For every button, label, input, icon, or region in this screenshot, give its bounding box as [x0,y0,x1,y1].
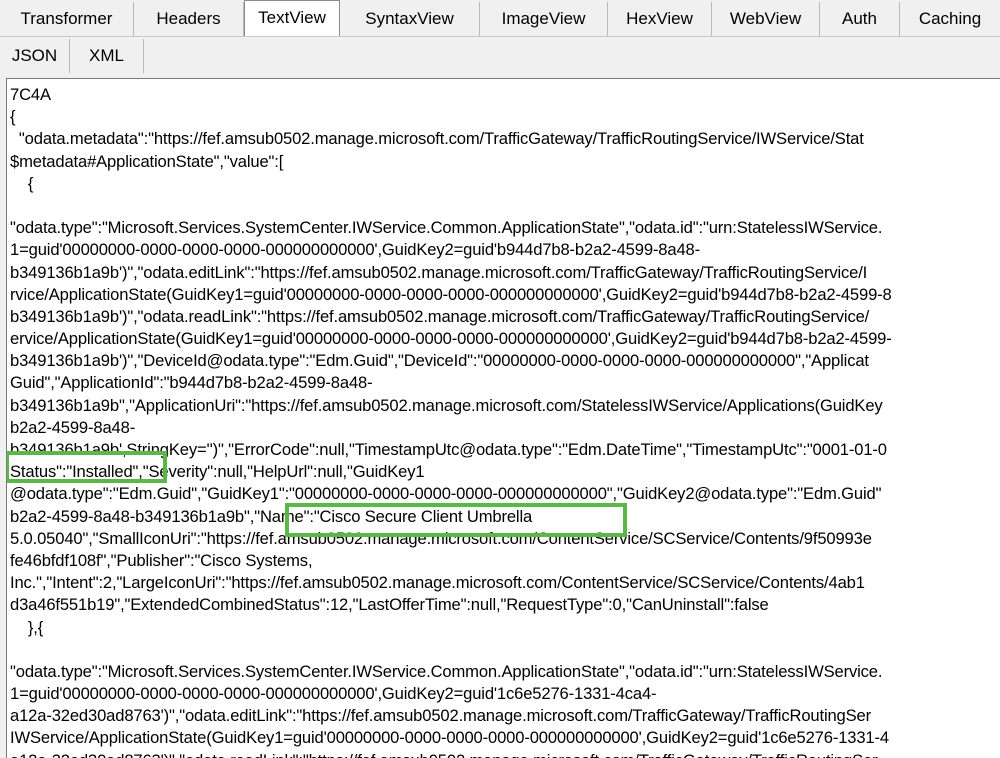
body-line: "odata.type":"Microsoft.Services.SystemC… [10,218,883,238]
fiddler-inspector-panel: Transformer Headers TextView SyntaxView … [0,0,1000,758]
body-line: b349136b1a9b","ApplicationUri":"https://… [10,395,883,415]
body-line: b349136b1a9b')","DeviceId@odata.type":"E… [10,351,869,371]
inspector-tabs-row2: JSON XML [0,37,144,73]
body-line: b2a2-4599-8a48-b349136b1a9b","Name":"Cis… [10,506,533,526]
tab-textview[interactable]: TextView [244,0,340,36]
tab-auth[interactable]: Auth [820,2,900,36]
body-line: 7C4A [10,85,51,104]
body-line: b349136b1a9b',StringKey='')","ErrorCode"… [10,440,887,459]
body-line: 1=guid'00000000-0000-0000-0000-000000000… [10,684,657,704]
body-line: b349136b1a9b')","odata.readLink":"https:… [10,306,870,326]
tab-transformer[interactable]: Transformer [0,2,134,36]
body-line: 1=guid'00000000-0000-0000-0000-000000000… [10,240,700,260]
body-line: },{ [10,617,44,637]
tab-syntaxview[interactable]: SyntaxView [340,2,480,36]
body-line [10,639,892,661]
tab-json[interactable]: JSON [0,39,70,73]
body-line [10,195,892,217]
body-line: $metadata#ApplicationState","value":[ [10,151,284,171]
response-body-text: 7C4A { "odata.metadata":"https://fef.amsu… [10,84,892,758]
body-line: a12a-32ed30ad8763')","odata.editLink":"h… [10,706,872,726]
body-line: d3a46f551b19","ExtendedCombinedStatus":1… [10,595,769,615]
tab-headers[interactable]: Headers [134,2,244,36]
tab-caching[interactable]: Caching [900,2,1000,36]
tab-row-divider [0,36,1000,37]
body-line: a12a-32ed30ad8763')","odata.readLink":"h… [10,750,892,758]
body-line: "odata.metadata":"https://fef.amsub0502.… [10,129,864,149]
body-line: { [10,173,34,193]
body-line: b2a2-4599-8a48- [10,417,136,437]
body-line: @odata.type":"Edm.Guid","GuidKey1":"0000… [10,484,882,504]
tab-webview[interactable]: WebView [712,2,820,36]
textview-content[interactable]: 7C4A { "odata.metadata":"https://fef.amsu… [6,78,1000,758]
inspector-tabs-row1: Transformer Headers TextView SyntaxView … [0,0,1000,36]
body-line: fe46bfdf108f","Publisher":"Cisco Systems… [10,550,313,570]
body-line: rvice/ApplicationState(GuidKey1=guid'000… [10,284,892,304]
body-line: { [10,107,16,127]
body-line: b349136b1a9b')","odata.editLink":"https:… [10,262,868,282]
body-line: ervice/ApplicationState(GuidKey1=guid'00… [10,329,892,349]
tab-hexview[interactable]: HexView [608,2,712,36]
body-line: Guid","ApplicationId":"b944d7b8-b2a2-459… [10,373,373,393]
body-line: Status":"Installed","Severity":null,"Hel… [10,462,425,482]
tab-imageview[interactable]: ImageView [480,2,608,36]
body-line: "odata.type":"Microsoft.Services.SystemC… [10,661,883,681]
body-line: 5.0.05040","SmallIconUri":"https://fef.a… [10,528,872,548]
tab-xml[interactable]: XML [70,39,144,73]
body-line: IWService/ApplicationState(GuidKey1=guid… [10,728,889,748]
body-line: Inc.","Intent":2,"LargeIconUri":"https:/… [10,573,865,593]
